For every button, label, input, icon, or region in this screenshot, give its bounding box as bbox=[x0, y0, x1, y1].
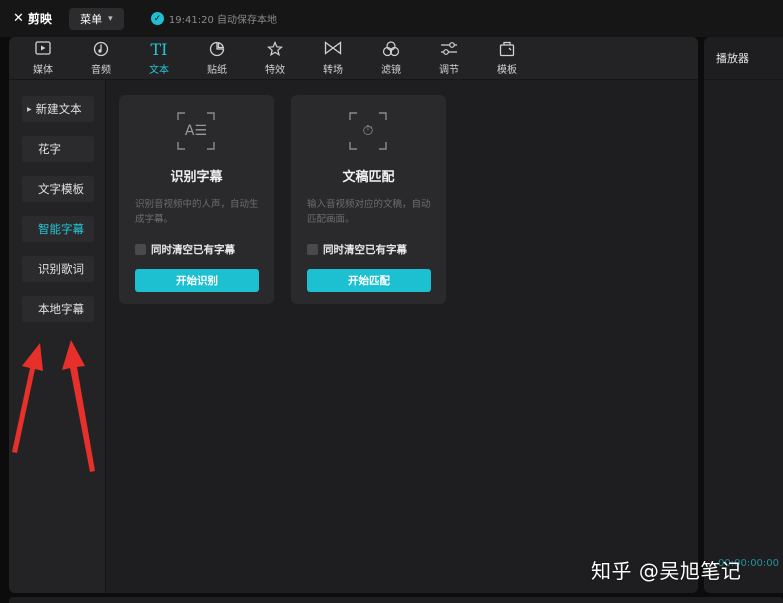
tab-sticker[interactable]: 贴纸 bbox=[188, 37, 246, 80]
sticker-icon bbox=[209, 41, 225, 59]
menu-label: 菜单 bbox=[80, 12, 103, 26]
sidebar-item-fancy-text[interactable]: 花字 bbox=[22, 136, 94, 162]
watermark: 知乎 @吴旭笔记 bbox=[591, 559, 742, 583]
card-glyph: A☰ bbox=[184, 123, 208, 139]
adjust-icon bbox=[440, 41, 458, 59]
sidebar-item-new-text[interactable]: ▶ 新建文本 bbox=[22, 96, 94, 122]
recognize-subtitles-card: A☰ 识别字幕 识别音视频中的人声，自动生成字幕。 同时清空已有字幕 开始识别 bbox=[119, 95, 274, 304]
media-icon bbox=[35, 41, 51, 59]
checkbox-label: 同时清空已有字幕 bbox=[151, 244, 235, 256]
recognize-subtitles-icon: A☰ bbox=[177, 112, 215, 150]
tab-label: 模板 bbox=[497, 65, 517, 76]
checkbox-label: 同时清空已有字幕 bbox=[323, 244, 407, 256]
category-tabs: 媒体 音频 TI 文本 贴纸 特效 转场 滤镜 调节 模板 bbox=[9, 37, 698, 80]
chevron-down-icon: ▾ bbox=[108, 13, 113, 24]
sidebar-item-label: 识别歌词 bbox=[38, 262, 84, 276]
effects-icon bbox=[266, 40, 284, 59]
card-description: 识别音视频中的人声，自动生成字幕。 bbox=[135, 199, 259, 225]
sidebar-item-recognize-lyrics[interactable]: 识别歌词 bbox=[22, 256, 94, 282]
sidebar-item-label: 智能字幕 bbox=[38, 222, 84, 236]
filter-icon bbox=[382, 41, 400, 59]
check-icon: ✓ bbox=[150, 12, 164, 25]
text-icon: TI bbox=[150, 40, 168, 59]
start-recognize-button[interactable]: 开始识别 bbox=[135, 269, 259, 292]
player-panel: 播放器 00:00:00:00 bbox=[704, 37, 783, 593]
sidebar-item-smart-subtitles[interactable]: 智能字幕 bbox=[22, 216, 94, 242]
tab-filter[interactable]: 滤镜 bbox=[362, 37, 420, 80]
tab-effects[interactable]: 特效 bbox=[246, 37, 304, 80]
clear-existing-checkbox[interactable]: 同时清空已有字幕 bbox=[307, 242, 407, 257]
card-description: 输入音视频对应的文稿，自动匹配画面。 bbox=[307, 199, 431, 225]
sidebar-item-local-subtitles[interactable]: 本地字幕 bbox=[22, 296, 94, 322]
checkbox-box[interactable] bbox=[307, 244, 318, 255]
sidebar-item-label: 新建文本 bbox=[35, 102, 82, 116]
autosave-status: ✓ 19:41:20 自动保存本地 bbox=[150, 11, 278, 26]
tab-audio[interactable]: 音频 bbox=[72, 37, 130, 80]
script-match-card: ⏱ 文稿匹配 输入音视频对应的文稿，自动匹配画面。 同时清空已有字幕 开始匹配 bbox=[291, 95, 446, 304]
title-bar: ✕ 剪映 菜单 ▾ ✓ 19:41:20 自动保存本地 bbox=[0, 0, 783, 37]
tab-label: 媒体 bbox=[33, 65, 53, 76]
tab-label: 音频 bbox=[91, 65, 111, 76]
tab-adjust[interactable]: 调节 bbox=[420, 37, 478, 80]
sidebar-item-text-template[interactable]: 文字模板 bbox=[22, 176, 94, 202]
tab-label: 特效 bbox=[265, 65, 285, 76]
player-title: 播放器 bbox=[704, 37, 783, 80]
tab-label: 转场 bbox=[323, 65, 343, 76]
text-category-sidebar: ▶ 新建文本 花字 文字模板 智能字幕 识别歌词 本地字幕 bbox=[9, 80, 106, 593]
checkbox-box[interactable] bbox=[135, 244, 146, 255]
audio-icon bbox=[93, 41, 109, 59]
card-title: 文稿匹配 bbox=[342, 170, 395, 185]
tab-label: 文本 bbox=[149, 65, 169, 76]
capcut-logo-icon: ✕ bbox=[13, 11, 24, 26]
script-match-icon: ⏱ bbox=[349, 112, 387, 150]
tab-transition[interactable]: 转场 bbox=[304, 37, 362, 80]
tab-text[interactable]: TI 文本 bbox=[130, 37, 188, 80]
tab-label: 调节 bbox=[439, 65, 459, 76]
tab-label: 滤镜 bbox=[381, 65, 401, 76]
card-glyph: ⏱ bbox=[362, 123, 374, 139]
menu-button[interactable]: 菜单 ▾ bbox=[68, 7, 124, 30]
clear-existing-checkbox[interactable]: 同时清空已有字幕 bbox=[135, 242, 235, 257]
tab-label: 贴纸 bbox=[207, 65, 227, 76]
start-match-button[interactable]: 开始匹配 bbox=[307, 269, 431, 292]
tab-media[interactable]: 媒体 bbox=[14, 37, 72, 80]
transition-icon bbox=[324, 41, 342, 59]
app-logo: ✕ 剪映 bbox=[13, 10, 52, 27]
sidebar-item-label: 花字 bbox=[38, 142, 61, 156]
card-title: 识别字幕 bbox=[170, 170, 223, 185]
sidebar-item-label: 文字模板 bbox=[38, 182, 84, 196]
timeline-panel-edge bbox=[9, 597, 783, 603]
sidebar-item-label: 本地字幕 bbox=[38, 302, 84, 316]
caret-right-icon: ▶ bbox=[27, 105, 32, 113]
materials-panel: 媒体 音频 TI 文本 贴纸 特效 转场 滤镜 调节 模板 ▶ 新建文本 花字 … bbox=[9, 37, 698, 593]
tab-template[interactable]: 模板 bbox=[478, 37, 536, 80]
save-status-text: 19:41:20 自动保存本地 bbox=[168, 15, 278, 26]
app-name: 剪映 bbox=[27, 12, 52, 26]
template-icon bbox=[499, 41, 515, 59]
